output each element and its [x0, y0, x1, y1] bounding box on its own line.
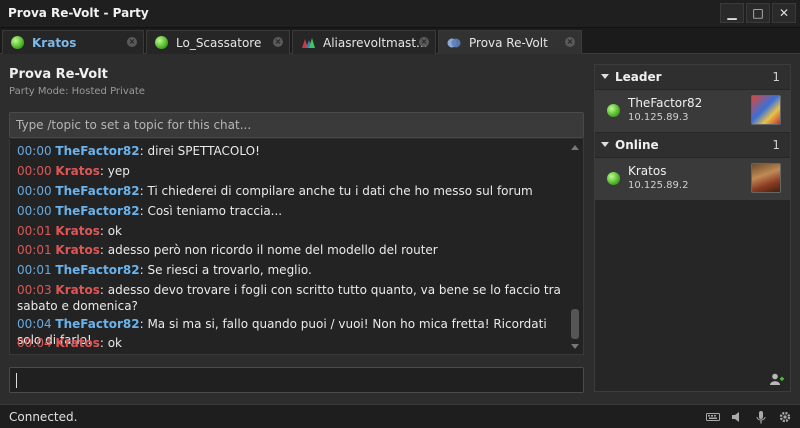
collapse-arrow-icon[interactable] — [601, 142, 609, 147]
message-time: 00:03 — [17, 283, 52, 297]
chat-scrollbar[interactable] — [570, 143, 580, 351]
maximize-button[interactable]: □ — [746, 3, 770, 23]
close-tab-icon[interactable]: × — [127, 37, 137, 47]
microphone-icon[interactable] — [754, 410, 768, 424]
message-nick[interactable]: Kratos — [55, 243, 99, 257]
member-thefactor82[interactable]: TheFactor82 10.125.89.3 — [595, 90, 790, 132]
chat-message: 00:01 Kratos: ok — [17, 223, 565, 239]
message-nick[interactable]: Kratos — [55, 283, 99, 297]
close-tab-icon[interactable]: × — [419, 37, 429, 47]
group-icon — [301, 37, 315, 49]
message-nick[interactable]: TheFactor82 — [55, 263, 139, 277]
tab-prova-re-volt[interactable]: Prova Re-Volt × — [438, 30, 582, 54]
online-status-icon — [11, 36, 24, 49]
member-ip: 10.125.89.3 — [628, 112, 689, 123]
message-time: 00:04 — [17, 317, 52, 331]
message-text: : Ti chiederei di compilare anche tu i d… — [139, 184, 533, 198]
group-name: Online — [615, 138, 659, 152]
message-input[interactable] — [9, 367, 584, 393]
close-button[interactable]: ✕ — [772, 3, 796, 23]
keyboard-icon[interactable] — [706, 410, 720, 424]
chat-message: 00:00 TheFactor82: direi SPETTACOLO! — [17, 143, 565, 159]
group-header-online[interactable]: Online 1 — [595, 133, 790, 157]
text-caret — [16, 373, 17, 388]
message-time: 00:00 — [17, 164, 52, 178]
scroll-up-arrow-icon[interactable] — [571, 145, 579, 150]
status-icons — [706, 410, 792, 424]
chat-message: 00:00 TheFactor82: Così teniamo traccia.… — [17, 203, 565, 219]
online-status-icon — [607, 104, 620, 117]
topic-input[interactable]: Type /topic to set a topic for this chat… — [9, 112, 584, 138]
member-name: TheFactor82 — [628, 96, 703, 110]
message-time: 00:01 — [17, 243, 52, 257]
message-text: : Così teniamo traccia... — [139, 204, 283, 218]
chat-message: 00:01 TheFactor82: Se riesci a trovarlo,… — [17, 262, 565, 278]
chat-message: 00:01 Kratos: adesso però non ricordo il… — [17, 242, 565, 258]
message-nick[interactable]: Kratos — [55, 224, 99, 238]
tab-strip: Kratos × Lo_Scassatore × Aliasrevoltmast… — [0, 28, 800, 54]
message-time: 00:01 — [17, 224, 52, 238]
add-user-icon[interactable] — [770, 373, 784, 385]
title-bar: Prova Re-Volt - Party ▁ □ ✕ — [0, 0, 800, 28]
party-roster: Leader 1 TheFactor82 10.125.89.3 Online … — [594, 64, 791, 392]
message-time: 00:00 — [17, 184, 52, 198]
connection-status: Connected. — [9, 410, 78, 424]
message-time: 00:01 — [17, 263, 52, 277]
party-title: Prova Re-Volt — [9, 67, 108, 82]
member-kratos[interactable]: Kratos 10.125.89.2 — [595, 158, 790, 200]
message-time: 00:00 — [17, 204, 52, 218]
message-nick[interactable]: TheFactor82 — [55, 184, 139, 198]
tab-label: Prova Re-Volt — [469, 35, 548, 50]
chat-message: 00:00 TheFactor82: Ti chiederei di compi… — [17, 183, 565, 199]
gear-icon[interactable] — [778, 410, 792, 424]
chat-message: 00:04 Kratos: ok — [17, 335, 565, 351]
chat-log: 00:00 TheFactor82: direi SPETTACOLO! 00:… — [9, 139, 584, 355]
close-tab-icon[interactable]: × — [565, 37, 575, 47]
message-nick[interactable]: TheFactor82 — [55, 317, 139, 331]
message-time: 00:04 — [17, 336, 52, 350]
group-header-leader[interactable]: Leader 1 — [595, 65, 790, 89]
tab-aliasrevoltmast[interactable]: Aliasrevoltmast... × — [292, 30, 436, 54]
tab-lo-scassatore[interactable]: Lo_Scassatore × — [146, 30, 290, 54]
online-status-icon — [607, 172, 620, 185]
message-nick[interactable]: Kratos — [55, 336, 99, 350]
tab-label: Aliasrevoltmast... — [323, 35, 428, 50]
message-text: : adesso però non ricordo il nome del mo… — [99, 243, 438, 257]
status-bar: Connected. — [0, 404, 800, 428]
online-status-icon — [155, 36, 168, 49]
message-nick[interactable]: TheFactor82 — [55, 144, 139, 158]
tab-kratos[interactable]: Kratos × — [2, 30, 144, 54]
window-title: Prova Re-Volt - Party — [8, 6, 149, 20]
scroll-down-arrow-icon[interactable] — [571, 344, 579, 349]
close-tab-icon[interactable]: × — [273, 37, 283, 47]
message-nick[interactable]: TheFactor82 — [55, 204, 139, 218]
message-text: : ok — [99, 224, 123, 238]
tab-label: Kratos — [32, 35, 77, 50]
collapse-arrow-icon[interactable] — [601, 74, 609, 79]
window-controls: ▁ □ ✕ — [720, 3, 796, 23]
message-text: : yep — [99, 164, 130, 178]
scroll-thumb[interactable] — [571, 309, 579, 339]
member-ip: 10.125.89.2 — [628, 180, 689, 191]
speaker-icon[interactable] — [730, 410, 744, 424]
message-text: : Se riesci a trovarlo, meglio. — [139, 263, 312, 277]
chat-message: 00:00 Kratos: yep — [17, 163, 565, 179]
avatar — [751, 95, 781, 125]
group-name: Leader — [615, 70, 662, 84]
message-time: 00:00 — [17, 144, 52, 158]
message-nick[interactable]: Kratos — [55, 164, 99, 178]
minimize-button[interactable]: ▁ — [720, 3, 744, 23]
group-count: 1 — [772, 138, 780, 152]
group-count: 1 — [772, 70, 780, 84]
avatar — [751, 163, 781, 193]
message-text: : ok — [99, 336, 123, 350]
party-icon — [447, 37, 461, 49]
message-text: : direi SPETTACOLO! — [139, 144, 260, 158]
tab-label: Lo_Scassatore — [176, 35, 262, 50]
member-name: Kratos — [628, 164, 667, 178]
chat-message: 00:03 Kratos: adesso devo trovare i fogl… — [17, 282, 565, 314]
party-mode: Party Mode: Hosted Private — [9, 86, 145, 97]
